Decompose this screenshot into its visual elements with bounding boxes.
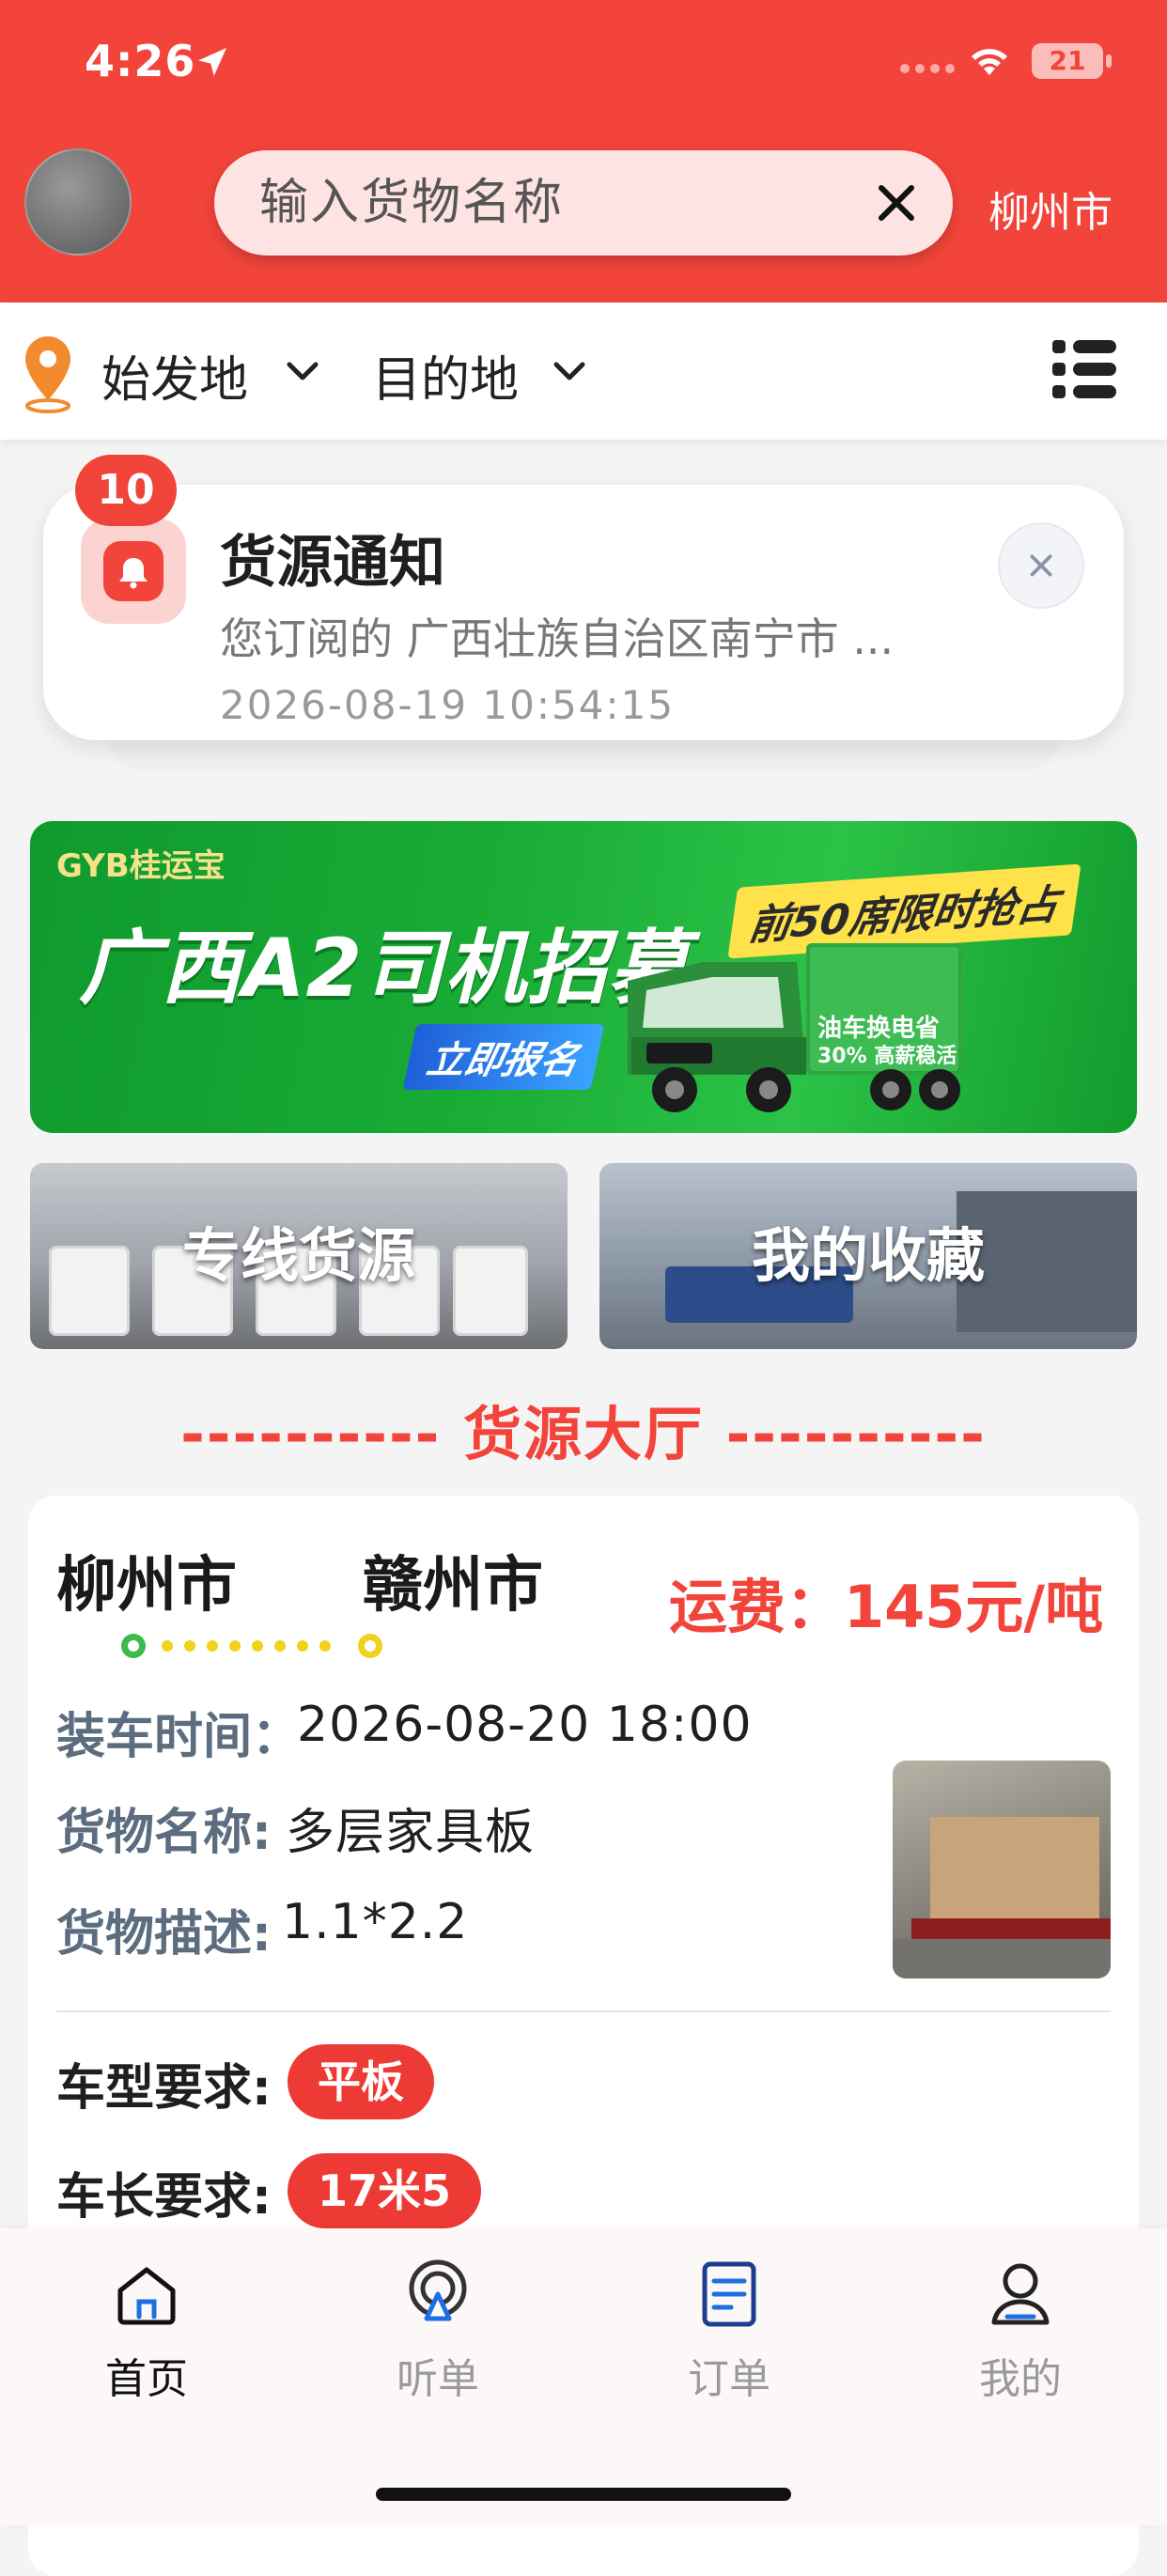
notification-badge: 10 xyxy=(75,455,177,526)
freight-price: 运费：145元/吨 xyxy=(669,1573,1104,1641)
banner-truck-text-line: 30% 高薪稳活 xyxy=(817,1045,957,1068)
notification-title: 货源通知 xyxy=(220,530,445,596)
card-divider xyxy=(56,2010,1111,2012)
goods-name-value: 多层家具板 xyxy=(286,1805,536,1861)
wifi-icon xyxy=(972,49,1007,75)
cargo-load xyxy=(930,1817,1099,1920)
bell-icon xyxy=(119,558,148,589)
search-input[interactable]: 输入货物名称 xyxy=(259,150,564,256)
tab-profile[interactable]: 我的 xyxy=(926,2257,1114,2416)
tile-label: 我的收藏 xyxy=(751,1221,985,1290)
tab-listen-order[interactable]: 听单 xyxy=(344,2257,532,2416)
banner-logo: GYB桂运宝 xyxy=(56,847,226,885)
listen-order-icon xyxy=(409,2259,467,2321)
vehicle-length-label: 车长要求: xyxy=(56,2169,272,2226)
goods-desc-value: 1.1*2.2 xyxy=(282,1894,469,1950)
app-header: 4:26 21 输入货物名称 柳州市 xyxy=(0,0,1167,303)
load-time-label: 装车时间： xyxy=(56,1709,302,1765)
tab-home[interactable]: 首页 xyxy=(53,2257,241,2416)
vehicle-type-label: 车型要求: xyxy=(56,2060,272,2117)
promo-banner[interactable]: GYB桂运宝 广西A2司机招募 立即报名 前50席限时抢占 油车换电省 30% … xyxy=(30,821,1137,1133)
list-menu-icon[interactable] xyxy=(1050,336,1118,402)
destination-city: 赣州市 xyxy=(363,1551,543,1621)
home-icon xyxy=(117,2267,176,2325)
clear-icon[interactable] xyxy=(872,178,921,227)
home-indicator[interactable] xyxy=(376,2488,791,2501)
tab-label: 首页 xyxy=(105,2355,188,2403)
section-title: ---------- 货源大厅 ---------- xyxy=(180,1400,987,1468)
city-selector[interactable]: 柳州市 xyxy=(988,178,1113,239)
notification-icon xyxy=(81,519,186,624)
status-time: 4:26 xyxy=(85,36,196,86)
notification-close-button[interactable] xyxy=(998,522,1084,609)
goods-name-label: 货物名称: xyxy=(56,1805,272,1861)
my-favorites-tile[interactable]: 我的收藏 xyxy=(599,1163,1137,1349)
banner-truck-text-line: 油车换电省 xyxy=(817,1015,941,1043)
chevron-down-icon[interactable] xyxy=(284,357,321,385)
notification-time: 2026-08-19 10:54:15 xyxy=(220,682,676,728)
location-pin-icon xyxy=(25,336,70,413)
cargo-photo[interactable] xyxy=(893,1761,1111,1979)
banner-truck-text: 油车换电省 30% 高薪稳活 xyxy=(817,1015,957,1071)
notification-body: 您订阅的 广西壮族自治区南宁市 ... xyxy=(220,613,895,664)
filter-bar: 始发地 目的地 xyxy=(0,303,1167,440)
truck-bed xyxy=(911,1918,1111,1939)
tile-label: 专线货源 xyxy=(181,1221,415,1290)
profile-icon xyxy=(991,2263,1050,2325)
origin-filter[interactable]: 始发地 xyxy=(101,340,248,411)
tab-label: 听单 xyxy=(397,2355,479,2403)
vehicle-length-badge: 17米5 xyxy=(288,2153,482,2228)
bottom-tab-bar: 首页 听单 订单 我的 xyxy=(0,2228,1167,2525)
search-box[interactable]: 输入货物名称 xyxy=(214,150,953,256)
tab-label: 订单 xyxy=(688,2355,770,2403)
close-icon xyxy=(1030,554,1052,577)
location-arrow-icon xyxy=(198,48,226,76)
signal-icon xyxy=(900,64,955,73)
origin-city: 柳州市 xyxy=(56,1551,237,1621)
destination-filter[interactable]: 目的地 xyxy=(372,340,519,411)
banner-signup-button[interactable]: 立即报名 xyxy=(402,1024,605,1090)
chevron-down-icon[interactable] xyxy=(551,357,588,385)
order-icon xyxy=(702,2261,756,2327)
goods-desc-label: 货物描述: xyxy=(56,1906,272,1963)
dedicated-line-tile[interactable]: 专线货源 xyxy=(30,1163,568,1349)
avatar[interactable] xyxy=(24,148,132,256)
load-time-value: 2026-08-20 18:00 xyxy=(297,1697,753,1753)
battery-icon: 21 xyxy=(1032,43,1103,79)
battery-tip xyxy=(1106,54,1112,68)
route-indicator-icon xyxy=(121,1634,382,1658)
tab-label: 我的 xyxy=(979,2355,1062,2403)
banner-headline: 广西A2司机招募 xyxy=(79,922,691,1016)
tab-orders[interactable]: 订单 xyxy=(635,2257,823,2416)
vehicle-type-badge: 平板 xyxy=(288,2044,434,2119)
floor xyxy=(893,1939,1111,1979)
